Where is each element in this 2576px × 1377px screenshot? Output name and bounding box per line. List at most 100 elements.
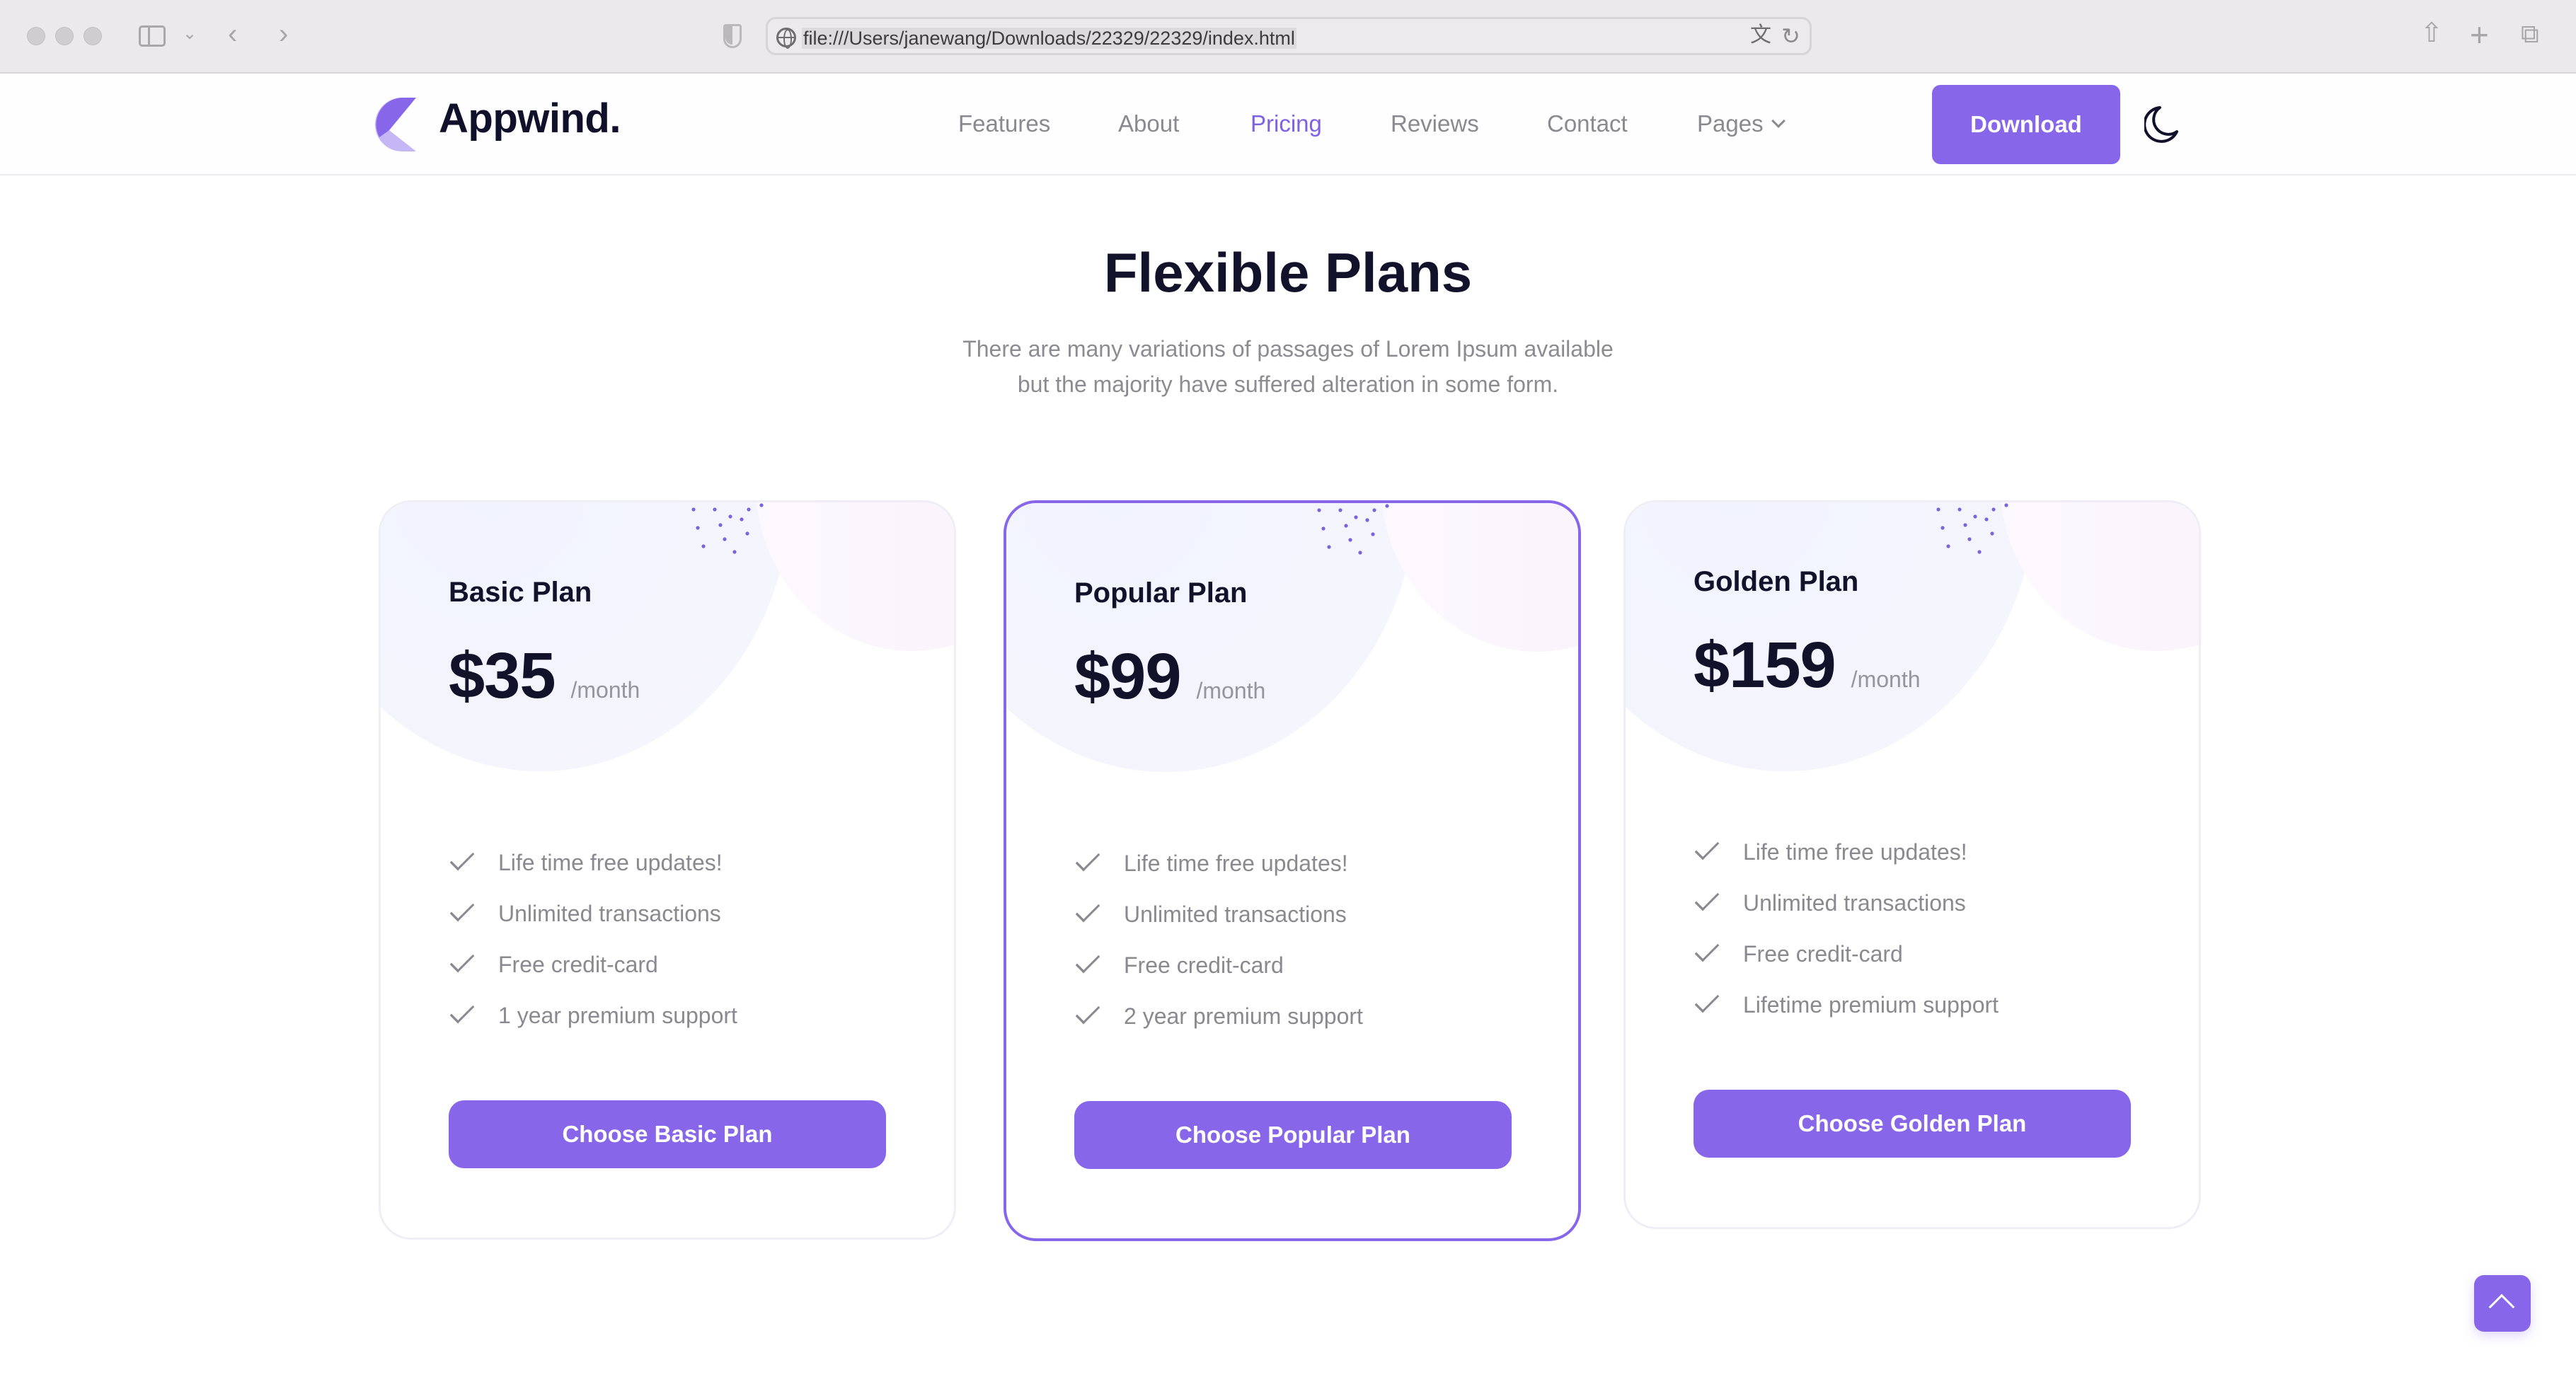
decorative-dot: [1936, 507, 1940, 512]
decorative-dot: [1385, 504, 1389, 508]
share-icon[interactable]: ⇧: [2420, 20, 2443, 47]
decorative-dot: [1321, 526, 1326, 531]
decorative-dot: [747, 507, 751, 512]
brand-name[interactable]: Appwind.: [439, 95, 621, 142]
translate-icon[interactable]: 文: [1750, 25, 1771, 46]
dot-pattern-icon: [1936, 503, 2008, 554]
feature-item: Unlimited transactions: [1694, 877, 2199, 928]
feature-item: 2 year premium support: [1074, 991, 1578, 1042]
download-button[interactable]: Download: [1932, 85, 2120, 164]
nav-reviews[interactable]: Reviews: [1391, 110, 1479, 137]
decorative-dot: [1348, 538, 1352, 542]
feature-item: Unlimited transactions: [449, 888, 954, 939]
forward-icon[interactable]: ›: [279, 20, 288, 48]
plan-price: $99: [1074, 640, 1181, 713]
check-icon: [449, 897, 475, 922]
tab-overview-icon[interactable]: ⧉: [2521, 21, 2539, 47]
decorative-dot: [1344, 524, 1348, 528]
logo-icon[interactable]: [375, 98, 425, 151]
feature-text: 1 year premium support: [498, 1002, 737, 1028]
address-bar[interactable]: file:///Users/janewang/Downloads/22329/2…: [766, 17, 1812, 55]
choose-golden-plan-button[interactable]: Choose Golden Plan: [1694, 1090, 2131, 1158]
feature-text: Free credit-card: [1743, 940, 1903, 967]
feature-text: Free credit-card: [1124, 952, 1284, 978]
back-to-top-button[interactable]: [2474, 1275, 2531, 1332]
decorative-dot: [728, 514, 732, 519]
decorative-dot: [1967, 537, 1972, 541]
nav-about[interactable]: About: [1118, 110, 1179, 137]
pricing-card-basic: Basic Plan $35 /month Life time free upd…: [379, 500, 956, 1240]
feature-item: Lifetime premium support: [1694, 979, 2199, 1030]
sidebar-toggle-icon[interactable]: [139, 25, 166, 47]
back-icon[interactable]: ‹: [228, 20, 237, 48]
decorative-dot: [691, 507, 696, 512]
check-icon: [1075, 999, 1100, 1025]
feature-item: Free credit-card: [1074, 940, 1578, 991]
nav-pages[interactable]: Pages: [1697, 110, 1786, 137]
chevron-down-icon: [1771, 114, 1786, 128]
choose-popular-plan-button[interactable]: Choose Popular Plan: [1074, 1101, 1512, 1169]
decorative-dot: [1338, 508, 1342, 512]
plan-name: Basic Plan: [449, 577, 592, 608]
decorative-dot: [1984, 517, 1989, 522]
nav-contact[interactable]: Contact: [1547, 110, 1628, 137]
decorative-dot: [759, 503, 764, 507]
privacy-shield-icon[interactable]: [723, 24, 742, 48]
feature-text: Life time free updates!: [1743, 839, 1967, 865]
decorative-dot: [1372, 508, 1376, 512]
decorative-dot: [696, 526, 700, 530]
feature-text: Lifetime premium support: [1743, 991, 1999, 1018]
feature-item: Life time free updates!: [1074, 838, 1578, 889]
decorative-dot: [740, 517, 744, 522]
chevron-up-icon: [2488, 1294, 2515, 1320]
new-tab-icon[interactable]: +: [2470, 18, 2489, 51]
feature-item: Life time free updates!: [449, 837, 954, 888]
plan-name: Popular Plan: [1074, 577, 1248, 609]
nav-pages-label: Pages: [1697, 110, 1764, 137]
url-text[interactable]: file:///Users/janewang/Downloads/22329/2…: [802, 28, 1296, 49]
plan-period: /month: [1196, 678, 1266, 703]
feature-item: Free credit-card: [1694, 928, 2199, 979]
feature-text: Unlimited transactions: [1124, 901, 1347, 927]
window-minimize-button[interactable]: [55, 27, 74, 45]
feature-text: Free credit-card: [498, 951, 658, 977]
plan-price: $35: [449, 640, 556, 712]
reload-icon[interactable]: ↻: [1781, 25, 1800, 47]
check-icon: [1075, 846, 1100, 872]
nav-pricing[interactable]: Pricing: [1250, 110, 1322, 137]
feature-item: Life time free updates!: [1694, 826, 2199, 877]
check-icon: [1694, 886, 1720, 911]
check-icon: [1075, 948, 1100, 974]
feature-list: Life time free updates! Unlimited transac…: [1694, 826, 2199, 1030]
check-icon: [1694, 988, 1720, 1013]
subtitle-line-2: but the majority have suffered alteratio…: [1017, 371, 1559, 397]
decorative-dot: [1371, 532, 1375, 536]
window-zoom-button[interactable]: [84, 27, 102, 45]
check-icon: [1075, 897, 1100, 923]
feature-item: Free credit-card: [449, 939, 954, 990]
window-close-button[interactable]: [27, 27, 45, 45]
check-icon: [1694, 835, 1720, 860]
decorative-dot: [1940, 526, 1945, 530]
check-icon: [449, 947, 475, 973]
subtitle-line-1: There are many variations of passages of…: [962, 336, 1614, 362]
pricing-card-golden: Golden Plan $159 /month Life time free u…: [1623, 500, 2201, 1229]
chevron-down-icon[interactable]: ⌄: [183, 25, 197, 42]
decorative-dot: [1977, 550, 1982, 554]
dot-pattern-icon: [691, 503, 764, 554]
check-icon: [1694, 937, 1720, 962]
moon-icon[interactable]: [2144, 105, 2180, 144]
decorative-dot: [1991, 507, 1996, 512]
feature-item: 1 year premium support: [449, 990, 954, 1041]
plan-period: /month: [1851, 667, 1921, 692]
plan-price: $159: [1694, 629, 1836, 701]
check-icon: [449, 998, 475, 1024]
decorative-dot: [1327, 545, 1331, 549]
choose-basic-plan-button[interactable]: Choose Basic Plan: [449, 1100, 886, 1168]
dot-pattern-icon: [1317, 504, 1389, 555]
decorative-dot: [1973, 514, 1977, 519]
decorative-dot: [732, 550, 737, 554]
feature-text: Unlimited transactions: [1743, 889, 1966, 916]
decorative-dot: [745, 531, 749, 536]
nav-features[interactable]: Features: [958, 110, 1050, 137]
